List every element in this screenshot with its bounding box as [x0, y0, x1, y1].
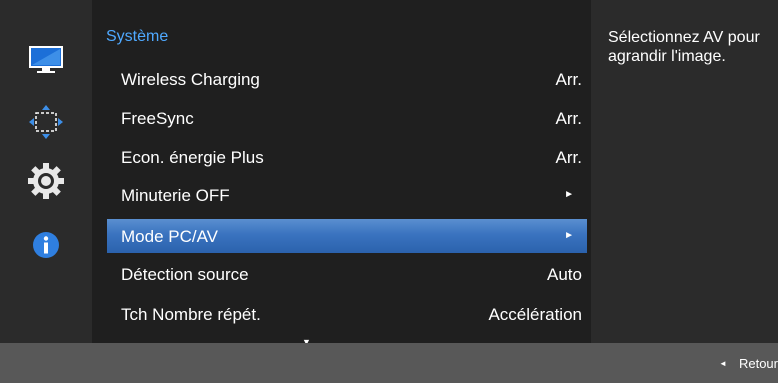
help-panel: Sélectionnez AV pour agrandir l'image. — [591, 0, 778, 343]
menu-item-freesync[interactable]: FreeSync Arr. — [107, 101, 587, 135]
settings-gear-icon[interactable] — [27, 162, 65, 200]
osd-screen: Système Wireless Charging Arr. FreeSync … — [0, 0, 778, 383]
menu-item-value: Accélération — [488, 305, 582, 324]
menu-item-value: Arr. — [555, 109, 582, 128]
back-label: Retour — [738, 356, 778, 371]
menu-item-label: Wireless Charging — [121, 70, 260, 89]
system-menu-panel: Système Wireless Charging Arr. FreeSync … — [92, 0, 591, 347]
submenu-arrow-icon: ► — [564, 230, 574, 241]
menu-item-label: Tch Nombre répét. — [121, 305, 261, 324]
submenu-arrow-icon: ► — [564, 189, 574, 200]
menu-item-label: Econ. énergie Plus — [121, 148, 264, 167]
menu-item-value: Arr. — [555, 148, 582, 167]
menu-item-key-repeat-time[interactable]: Tch Nombre répét. Accélération — [107, 297, 587, 331]
menu-item-source-detection[interactable]: Détection source Auto — [107, 257, 587, 291]
menu-item-label: Mode PC/AV — [121, 227, 219, 246]
menu-section-title: Système — [106, 28, 169, 45]
position-icon[interactable] — [27, 103, 65, 141]
menu-item-wireless-charging[interactable]: Wireless Charging Arr. — [107, 62, 587, 96]
menu-item-pc-av-mode[interactable]: Mode PC/AV ► — [107, 219, 587, 253]
bottom-bar: ◄ Retour — [0, 343, 778, 383]
picture-icon[interactable] — [27, 41, 65, 79]
category-sidebar — [0, 0, 92, 343]
menu-item-eco-energy-plus[interactable]: Econ. énergie Plus Arr. — [107, 140, 587, 174]
help-text: Sélectionnez AV pour agrandir l'image. — [608, 29, 760, 65]
menu-item-label: Détection source — [121, 265, 249, 284]
menu-item-value: Auto — [547, 265, 582, 284]
menu-item-value: Arr. — [555, 70, 582, 89]
back-arrow-icon: ◄ — [719, 359, 727, 368]
menu-item-label: Minuterie OFF — [121, 186, 230, 205]
menu-item-label: FreeSync — [121, 109, 194, 128]
menu-item-off-timer[interactable]: Minuterie OFF ► — [107, 178, 587, 212]
info-icon[interactable] — [27, 226, 65, 264]
back-button[interactable]: ◄ Retour — [719, 356, 778, 371]
